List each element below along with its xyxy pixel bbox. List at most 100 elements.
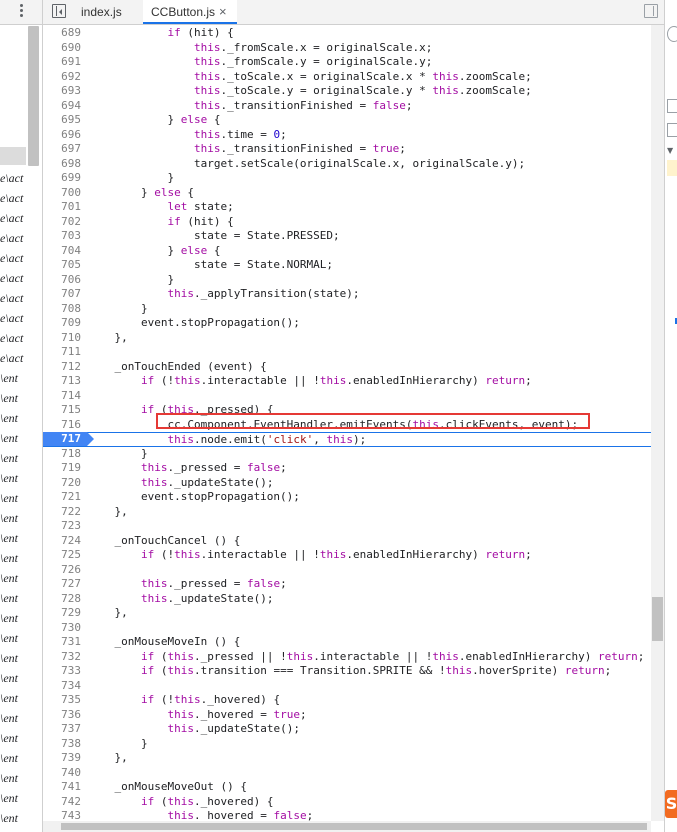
code-line[interactable]: 698 target.setScale(originalScale.x, ori… <box>43 157 651 172</box>
line-number[interactable]: 723 <box>43 519 81 534</box>
tree-item[interactable]: e\act <box>0 328 28 348</box>
code-line[interactable]: 703 state = State.PRESSED; <box>43 229 651 244</box>
code-line[interactable]: 738 } <box>43 737 651 752</box>
tree-item[interactable]: e\act <box>0 208 28 228</box>
code-line[interactable]: 723 <box>43 519 651 534</box>
line-number[interactable]: 702 <box>43 215 81 230</box>
code-line[interactable]: 743 this._hovered = false; <box>43 809 651 821</box>
tree-item[interactable]: \ent <box>0 508 28 528</box>
line-number[interactable]: 735 <box>43 693 81 708</box>
code-line[interactable]: 736 this._hovered = true; <box>43 708 651 723</box>
chevron-down-icon[interactable]: ▼ <box>667 146 677 158</box>
line-number[interactable]: 719 <box>43 461 81 476</box>
line-number[interactable]: 698 <box>43 157 81 172</box>
tree-item[interactable]: \ent <box>0 428 28 448</box>
tree-item[interactable]: e\act <box>0 308 28 328</box>
code-line[interactable]: 718 } <box>43 447 651 462</box>
code-line[interactable]: 733 if (this.transition === Transition.S… <box>43 664 651 679</box>
line-number[interactable]: 727 <box>43 577 81 592</box>
toggle-debugger-icon[interactable] <box>644 4 658 18</box>
tree-item[interactable]: \ent <box>0 708 28 728</box>
tree-item[interactable]: \ent <box>0 488 28 508</box>
code-line[interactable]: 737 this._updateState(); <box>43 722 651 737</box>
more-vert-icon[interactable] <box>20 4 24 20</box>
code-line[interactable]: 735 if (!this._hovered) { <box>43 693 651 708</box>
tree-item[interactable]: e\act <box>0 228 28 248</box>
line-number[interactable]: 715 <box>43 403 81 418</box>
tree-item[interactable]: \ent <box>0 648 28 668</box>
code-line[interactable]: 706 } <box>43 273 651 288</box>
line-number[interactable]: 736 <box>43 708 81 723</box>
tree-item[interactable]: e\act <box>0 348 28 368</box>
line-number[interactable]: 714 <box>43 389 81 404</box>
tree-item[interactable]: \ent <box>0 528 28 548</box>
code-line[interactable]: 719 this._pressed = false; <box>43 461 651 476</box>
line-number[interactable]: 729 <box>43 606 81 621</box>
code-line[interactable]: 704 } else { <box>43 244 651 259</box>
code-line[interactable]: 695 } else { <box>43 113 651 128</box>
tree-item[interactable]: \ent <box>0 608 28 628</box>
line-number[interactable]: 743 <box>43 809 81 821</box>
line-number[interactable]: 712 <box>43 360 81 375</box>
line-number[interactable]: 707 <box>43 287 81 302</box>
line-number[interactable]: 734 <box>43 679 81 694</box>
line-number[interactable]: 724 <box>43 534 81 549</box>
editor-vertical-scrollbar[interactable] <box>651 25 664 821</box>
line-number[interactable]: 732 <box>43 650 81 665</box>
code-line[interactable]: 722 }, <box>43 505 651 520</box>
tree-item[interactable]: \ent <box>0 368 28 388</box>
code-line[interactable]: 724 _onTouchCancel () { <box>43 534 651 549</box>
line-number[interactable]: 718 <box>43 447 81 462</box>
tree-item[interactable]: \ent <box>0 768 28 788</box>
code-line[interactable]: 730 <box>43 621 651 636</box>
navigator-scrollbar[interactable] <box>28 26 39 166</box>
line-number[interactable]: 706 <box>43 273 81 288</box>
code-line[interactable]: 705 state = State.NORMAL; <box>43 258 651 273</box>
tree-item[interactable]: \ent <box>0 628 28 648</box>
code-line[interactable]: 741 _onMouseMoveOut () { <box>43 780 651 795</box>
tree-item[interactable]: \ent <box>0 728 28 748</box>
tree-item[interactable]: \ent <box>0 588 28 608</box>
line-number[interactable]: 691 <box>43 55 81 70</box>
close-icon[interactable]: × <box>219 0 227 24</box>
line-number[interactable]: 733 <box>43 664 81 679</box>
line-number[interactable]: 728 <box>43 592 81 607</box>
tree-item[interactable]: e\act <box>0 248 28 268</box>
code-line[interactable]: 710 }, <box>43 331 651 346</box>
line-number[interactable]: 699 <box>43 171 81 186</box>
line-number[interactable]: 703 <box>43 229 81 244</box>
scrollbar-thumb[interactable] <box>652 597 663 641</box>
tree-item[interactable]: e\act <box>0 168 28 188</box>
tree-item[interactable]: \ent <box>0 828 28 832</box>
tab-ccbutton-js[interactable]: CCButton.js × <box>143 0 237 24</box>
code-line[interactable]: 700 } else { <box>43 186 651 201</box>
code-line[interactable]: 694 this._transitionFinished = false; <box>43 99 651 114</box>
code-editor[interactable]: 689 if (hit) {690 this._fromScale.x = or… <box>43 25 651 821</box>
code-line[interactable]: 721 event.stopPropagation(); <box>43 490 651 505</box>
code-line[interactable]: 701 let state; <box>43 200 651 215</box>
line-number[interactable]: 692 <box>43 70 81 85</box>
line-number[interactable]: 711 <box>43 345 81 360</box>
tree-item[interactable]: e\act <box>0 288 28 308</box>
line-number[interactable]: 704 <box>43 244 81 259</box>
tree-item[interactable]: \ent <box>0 388 28 408</box>
line-number[interactable]: 701 <box>43 200 81 215</box>
tree-item[interactable]: e\act <box>0 268 28 288</box>
code-line[interactable]: 696 this.time = 0; <box>43 128 651 143</box>
code-line[interactable]: 731 _onMouseMoveIn () { <box>43 635 651 650</box>
code-line[interactable]: 734 <box>43 679 651 694</box>
line-number[interactable]: 695 <box>43 113 81 128</box>
tree-item[interactable]: e\act <box>0 188 28 208</box>
tree-item[interactable]: \ent <box>0 808 28 828</box>
line-number[interactable]: 731 <box>43 635 81 650</box>
line-number[interactable]: 690 <box>43 41 81 56</box>
code-line[interactable]: 689 if (hit) { <box>43 26 651 41</box>
code-line[interactable]: 711 <box>43 345 651 360</box>
code-line[interactable]: 728 this._updateState(); <box>43 592 651 607</box>
checkbox-icon[interactable] <box>667 99 677 113</box>
toggle-navigator-icon[interactable] <box>52 4 66 18</box>
code-line[interactable]: 709 event.stopPropagation(); <box>43 316 651 331</box>
line-number[interactable]: 739 <box>43 751 81 766</box>
tree-item[interactable]: \ent <box>0 568 28 588</box>
line-number[interactable]: 694 <box>43 99 81 114</box>
